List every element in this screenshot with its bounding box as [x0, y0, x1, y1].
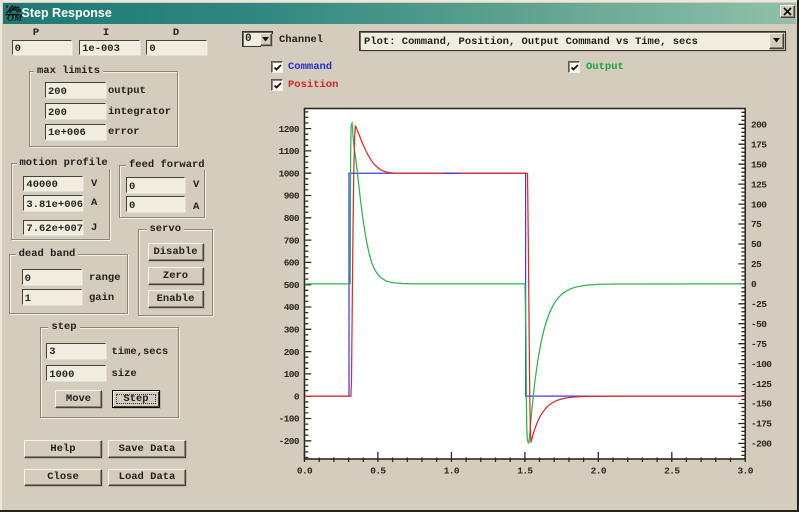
- svg-text:1200: 1200: [279, 124, 300, 135]
- svg-text:-100: -100: [751, 359, 772, 370]
- svg-text:-75: -75: [751, 339, 767, 350]
- svg-text:-200: -200: [279, 436, 300, 447]
- svg-text:0.0: 0.0: [297, 466, 313, 477]
- svg-text:175: 175: [751, 139, 767, 150]
- svg-text:2.5: 2.5: [664, 466, 680, 477]
- svg-text:-50: -50: [751, 319, 767, 330]
- svg-text:-200: -200: [751, 439, 772, 450]
- svg-text:0.5: 0.5: [370, 466, 386, 477]
- svg-text:100: 100: [751, 199, 767, 210]
- svg-text:1.0: 1.0: [444, 466, 460, 477]
- svg-text:-125: -125: [751, 379, 772, 390]
- svg-text:-175: -175: [751, 419, 772, 430]
- svg-text:2.0: 2.0: [591, 466, 607, 477]
- svg-text:1000: 1000: [279, 168, 300, 179]
- svg-text:-150: -150: [751, 399, 772, 410]
- svg-text:-25: -25: [751, 299, 767, 310]
- svg-text:1.5: 1.5: [517, 466, 533, 477]
- svg-text:400: 400: [284, 302, 300, 313]
- svg-text:75: 75: [751, 219, 762, 230]
- svg-text:900: 900: [284, 191, 300, 202]
- svg-text:0: 0: [751, 279, 757, 290]
- svg-text:3.0: 3.0: [738, 466, 754, 477]
- svg-text:200: 200: [751, 120, 767, 131]
- svg-text:125: 125: [751, 179, 767, 190]
- svg-text:300: 300: [284, 325, 300, 336]
- svg-text:700: 700: [284, 235, 300, 246]
- svg-text:-100: -100: [279, 414, 300, 425]
- svg-text:200: 200: [284, 347, 300, 358]
- svg-text:600: 600: [284, 258, 300, 269]
- svg-text:OM: OM: [7, 14, 23, 22]
- svg-text:50: 50: [751, 239, 762, 250]
- svg-text:0: 0: [294, 391, 300, 402]
- svg-text:150: 150: [751, 159, 767, 170]
- svg-text:1100: 1100: [279, 146, 300, 157]
- svg-text:100: 100: [284, 369, 300, 380]
- svg-text:500: 500: [284, 280, 300, 291]
- svg-text:800: 800: [284, 213, 300, 224]
- svg-text:25: 25: [751, 259, 762, 270]
